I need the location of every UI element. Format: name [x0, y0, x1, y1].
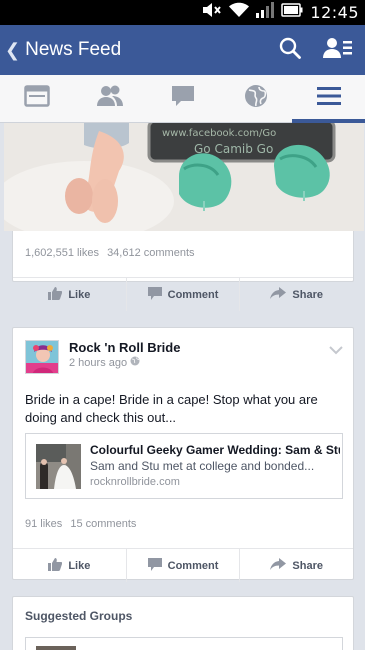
- friend-requests-icon[interactable]: [323, 37, 353, 64]
- tab-bar: [0, 75, 365, 123]
- author-avatar[interactable]: [25, 340, 59, 374]
- post-photo[interactable]: www.facebook.com/Go Go Camib Go: [4, 123, 364, 231]
- tab-messages[interactable]: [146, 75, 219, 122]
- comment-icon: [147, 286, 162, 303]
- link-thumbnail: [36, 444, 81, 489]
- group-thumbnail: [36, 646, 76, 650]
- author-name[interactable]: Rock 'n Roll Bride: [69, 340, 180, 355]
- comment-button[interactable]: Comment: [127, 549, 241, 582]
- action-bar: ❮ News Feed: [0, 25, 365, 75]
- like-button[interactable]: Like: [13, 549, 127, 582]
- wifi-icon: [229, 2, 250, 23]
- post-stats[interactable]: 1,602,551 likes 34,612 comments: [25, 247, 200, 259]
- comments-count[interactable]: 15 comments: [70, 518, 136, 530]
- share-button[interactable]: Share: [240, 278, 353, 311]
- news-feed[interactable]: www.facebook.com/Go Go Camib Go 1,602,55…: [0, 123, 365, 650]
- globe-icon: [244, 84, 268, 113]
- menu-icon: [316, 87, 341, 110]
- news-feed-icon: [23, 85, 50, 112]
- post-time[interactable]: 2 hours ago: [69, 356, 140, 369]
- battery-icon: [281, 3, 303, 22]
- suggested-groups-title: Suggested Groups: [25, 609, 133, 623]
- page-title[interactable]: News Feed: [25, 39, 121, 61]
- post-actions: Like Comment Share: [13, 548, 353, 582]
- comment-button[interactable]: Comment: [127, 278, 241, 311]
- link-description: Sam and Stu met at college and bonded...: [90, 459, 315, 473]
- post-text: Bride in a cape! Bride in a cape! Stop w…: [25, 392, 318, 425]
- link-title: Colourful Geeky Gamer Wedding: Sam & Stu: [90, 443, 340, 457]
- tab-notifications[interactable]: [219, 75, 292, 122]
- tab-more[interactable]: [292, 75, 365, 123]
- thumbs-up-icon: [48, 557, 63, 574]
- search-icon[interactable]: [279, 37, 301, 64]
- messages-icon: [171, 85, 195, 112]
- friends-icon: [96, 85, 124, 112]
- thumbs-up-icon: [48, 286, 63, 303]
- likes-count[interactable]: 1,602,551 likes: [25, 247, 99, 259]
- signal-icon: [256, 2, 275, 23]
- comment-icon: [147, 557, 162, 574]
- post-stats[interactable]: 91 likes 15 comments: [25, 518, 141, 530]
- chevron-down-icon[interactable]: [329, 342, 343, 360]
- status-bar: 12:45: [0, 0, 365, 25]
- post-actions: Like Comment Share: [13, 277, 353, 311]
- like-button[interactable]: Like: [13, 278, 127, 311]
- chevron-left-icon[interactable]: ❮: [5, 40, 20, 61]
- suggested-group-item[interactable]: [25, 637, 343, 650]
- comments-count[interactable]: 34,612 comments: [107, 247, 194, 259]
- tab-feed[interactable]: [0, 75, 73, 122]
- link-preview[interactable]: Colourful Geeky Gamer Wedding: Sam & Stu…: [25, 433, 343, 499]
- suggested-groups-card: Suggested Groups: [12, 596, 354, 650]
- sign-text-1: www.facebook.com/Go: [162, 128, 276, 139]
- globe-privacy-icon: [130, 356, 140, 369]
- share-icon: [270, 287, 287, 302]
- share-button[interactable]: Share: [240, 549, 353, 582]
- share-icon: [270, 558, 287, 573]
- link-domain: rocknrollbride.com: [90, 476, 180, 488]
- tab-friends[interactable]: [73, 75, 146, 122]
- likes-count[interactable]: 91 likes: [25, 518, 62, 530]
- clock: 12:45: [310, 3, 359, 22]
- mute-icon: [202, 2, 222, 23]
- post-card: www.facebook.com/Go Go Camib Go 1,602,55…: [4, 123, 364, 311]
- post-card: Rock 'n Roll Bride 2 hours ago Bride in …: [12, 327, 354, 582]
